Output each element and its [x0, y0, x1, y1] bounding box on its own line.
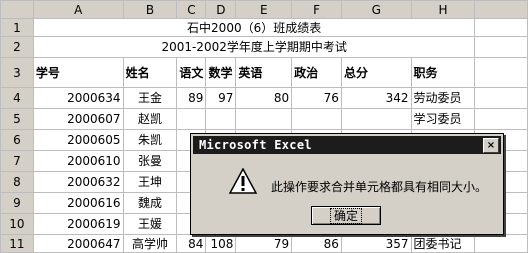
cell-filler[interactable] [474, 108, 528, 130]
table-row: 3 学号 姓名 语文 数学 英语 政治 总分 职务 [0, 57, 528, 88]
column-header-h[interactable]: H [410, 0, 476, 19]
data-cell[interactable]: 2000605 [32, 129, 124, 151]
data-cell[interactable] [205, 108, 237, 130]
column-title-cell[interactable]: 政治 [291, 57, 342, 88]
column-title-cell[interactable]: 学号 [32, 57, 124, 88]
column-header-row: ABCDEFGH [0, 0, 528, 19]
excel-alert-dialog: Microsoft Excel × 此操作要求合并单元格都具有相同大小。 确定 [190, 133, 504, 235]
table-row: 2 2001-2002学年度上学期期中考试 [0, 36, 528, 58]
data-cell[interactable]: 80 [235, 87, 293, 109]
data-cell[interactable]: 赵凯 [122, 108, 178, 130]
data-cell[interactable]: 76 [291, 87, 342, 109]
data-cell[interactable]: 2000616 [32, 192, 124, 214]
data-cell[interactable]: 张曼 [122, 150, 178, 172]
data-cell[interactable]: 王金 [122, 87, 178, 109]
table-row: 11 2000647 高学帅 84 108 79 86 357 团委书记 [0, 234, 528, 253]
row-header[interactable]: 7 [0, 150, 34, 172]
data-cell[interactable]: 2000619 [32, 213, 124, 235]
data-cell[interactable]: 2000634 [32, 87, 124, 109]
cell-filler[interactable] [474, 234, 528, 253]
data-cell[interactable]: 108 [205, 234, 237, 253]
row-header[interactable]: 2 [0, 36, 34, 58]
column-title-cell[interactable]: 语文 [176, 57, 207, 88]
data-cell[interactable] [291, 108, 342, 130]
data-cell[interactable]: 2000647 [32, 234, 124, 253]
data-cell[interactable] [235, 108, 293, 130]
dialog-message: 此操作要求合并单元格都具有相同大小。 [271, 180, 488, 194]
row-header[interactable]: 5 [0, 108, 34, 130]
column-header-c[interactable]: C [176, 0, 207, 19]
column-header-e[interactable]: E [235, 0, 293, 19]
data-cell[interactable]: 劳动委员 [410, 87, 476, 109]
cell-filler[interactable] [474, 36, 528, 58]
data-cell[interactable]: 84 [176, 234, 207, 253]
warning-icon [229, 168, 257, 194]
data-cell[interactable]: 王坤 [122, 171, 178, 193]
data-cell[interactable]: 79 [235, 234, 293, 253]
data-cell[interactable]: 342 [340, 87, 412, 109]
data-cell[interactable]: 86 [291, 234, 342, 253]
table-row: 1 石中2000（6）班成绩表 [0, 18, 528, 37]
data-cell[interactable] [176, 108, 207, 130]
table-row: 5 2000607 赵凯 学习委员 [0, 108, 528, 130]
column-title-cell[interactable]: 总分 [340, 57, 412, 88]
data-cell[interactable]: 朱凯 [122, 129, 178, 151]
cell-filler[interactable] [474, 87, 528, 109]
cell-filler[interactable] [474, 18, 528, 37]
row-header[interactable]: 1 [0, 18, 34, 37]
column-title-cell[interactable]: 职务 [410, 57, 476, 88]
data-cell[interactable]: 王媛 [122, 213, 178, 235]
row-header[interactable]: 11 [0, 234, 34, 253]
row-header[interactable]: 6 [0, 129, 34, 151]
row-header[interactable]: 4 [0, 87, 34, 109]
table-row: 4 2000634 王金 89 97 80 76 342 劳动委员 [0, 87, 528, 109]
data-cell[interactable]: 2000610 [32, 150, 124, 172]
ok-button[interactable]: 确定 [311, 206, 381, 225]
data-cell[interactable]: 97 [205, 87, 237, 109]
select-all-corner[interactable] [0, 0, 34, 19]
data-cell[interactable]: 357 [340, 234, 412, 253]
cell-filler[interactable] [474, 57, 528, 88]
column-header-d[interactable]: D [205, 0, 237, 19]
data-cell[interactable]: 魏成 [122, 192, 178, 214]
data-cell[interactable]: 89 [176, 87, 207, 109]
row-header[interactable]: 3 [0, 57, 34, 88]
column-header-g[interactable]: G [340, 0, 412, 19]
data-cell[interactable]: 学习委员 [410, 108, 476, 130]
close-button[interactable]: × [483, 138, 499, 153]
ok-button-label: 确定 [329, 208, 363, 224]
column-title-cell[interactable]: 数学 [205, 57, 237, 88]
close-icon: × [486, 140, 496, 151]
row-header[interactable]: 9 [0, 192, 34, 214]
merged-title-cell[interactable]: 2001-2002学年度上学期期中考试 [32, 36, 476, 58]
column-header-a[interactable]: A [32, 0, 124, 19]
data-cell[interactable]: 团委书记 [410, 234, 476, 253]
data-cell[interactable]: 2000607 [32, 108, 124, 130]
dialog-title: Microsoft Excel [199, 138, 312, 152]
data-cell[interactable] [340, 108, 412, 130]
column-header-b[interactable]: B [122, 0, 178, 19]
merged-title-cell[interactable]: 石中2000（6）班成绩表 [32, 18, 476, 37]
data-cell[interactable]: 高学帅 [122, 234, 178, 253]
column-title-cell[interactable]: 英语 [235, 57, 293, 88]
row-header[interactable]: 10 [0, 213, 34, 235]
dialog-titlebar[interactable]: Microsoft Excel × [193, 136, 501, 154]
data-cell[interactable]: 2000632 [32, 171, 124, 193]
row-header[interactable]: 8 [0, 171, 34, 193]
column-header-filler [474, 0, 528, 19]
column-title-cell[interactable]: 姓名 [122, 57, 178, 88]
column-header-f[interactable]: F [291, 0, 342, 19]
